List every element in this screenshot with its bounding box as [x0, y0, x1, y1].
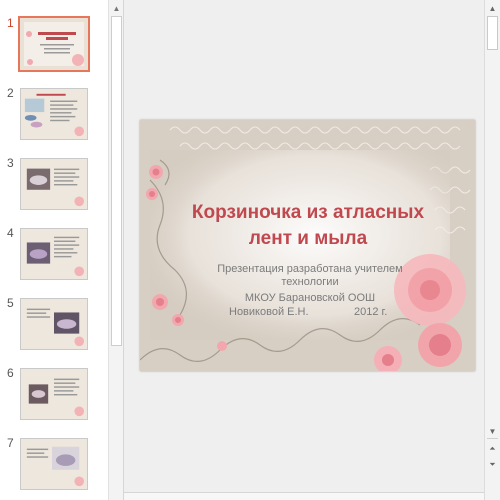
- slide-number: 4: [7, 226, 14, 240]
- slide-thumbnail-image[interactable]: [20, 438, 88, 490]
- slide-thumbnail-image[interactable]: [18, 16, 90, 72]
- slide-thumbnail-4[interactable]: 4: [0, 226, 108, 292]
- slide-thumbnail-6[interactable]: 6: [0, 366, 108, 432]
- slide-thumbnail-1[interactable]: 1: [0, 16, 108, 82]
- slide-title[interactable]: Корзиночка из атласных лент и мыла: [178, 200, 438, 252]
- slide-thumbnail-image[interactable]: [20, 158, 88, 210]
- previous-slide-icon[interactable]: ⏶: [487, 443, 498, 454]
- slide-subtitle[interactable]: Презентация разработана учителем техноло…: [200, 263, 420, 305]
- scroll-up-arrow-icon[interactable]: ▲: [111, 3, 122, 14]
- slide-number: 1: [7, 16, 14, 30]
- subtitle-line-2: технологии: [281, 276, 339, 288]
- author-name: Новиковой Е.Н.: [229, 306, 309, 318]
- subtitle-line-1: Презентация разработана учителем: [217, 263, 403, 275]
- slide-number: 2: [7, 86, 14, 100]
- presentation-editor: 1 2 3 4 5 6 7 ▲ Корзиночка из атласных л…: [0, 0, 500, 500]
- title-line-2: лент и мыла: [248, 228, 368, 249]
- scrollbar-thumb[interactable]: [487, 16, 498, 50]
- scroll-down-arrow-icon[interactable]: ▼: [487, 426, 498, 437]
- slide-thumbnail-3[interactable]: 3: [0, 156, 108, 222]
- slide-thumbnail-5[interactable]: 5: [0, 296, 108, 362]
- slide-thumbnail-image[interactable]: [20, 228, 88, 280]
- slide-number: 5: [7, 296, 14, 310]
- next-slide-icon[interactable]: ⏷: [487, 459, 498, 470]
- slide-number: 7: [7, 436, 14, 450]
- subtitle-line-3: МКОУ Барановской ООШ: [244, 292, 376, 304]
- slide-thumbnail-7[interactable]: 7: [0, 436, 108, 500]
- slide-number: 3: [7, 156, 14, 170]
- year-text: 2012 г.: [354, 306, 388, 318]
- horizontal-scroll-track[interactable]: [124, 492, 484, 500]
- slide-number: 6: [7, 366, 14, 380]
- thumbnail-scrollbar[interactable]: ▲: [108, 0, 124, 500]
- slide-thumbnail-pane: 1 2 3 4 5 6 7: [0, 0, 108, 500]
- title-line-1: Корзиночка из атласных: [191, 202, 425, 223]
- scroll-up-arrow-icon[interactable]: ▲: [487, 3, 498, 14]
- slide-thumbnail-image[interactable]: [20, 368, 88, 420]
- scrollbar-separator: [487, 438, 498, 439]
- vertical-scrollbar[interactable]: ▲ ▼ ⏶ ⏷: [484, 0, 500, 500]
- slide-thumbnail-2[interactable]: 2: [0, 86, 108, 152]
- slide-thumbnail-image[interactable]: [20, 88, 88, 140]
- slide-thumbnail-image[interactable]: [20, 298, 88, 350]
- scrollbar-thumb[interactable]: [111, 16, 122, 346]
